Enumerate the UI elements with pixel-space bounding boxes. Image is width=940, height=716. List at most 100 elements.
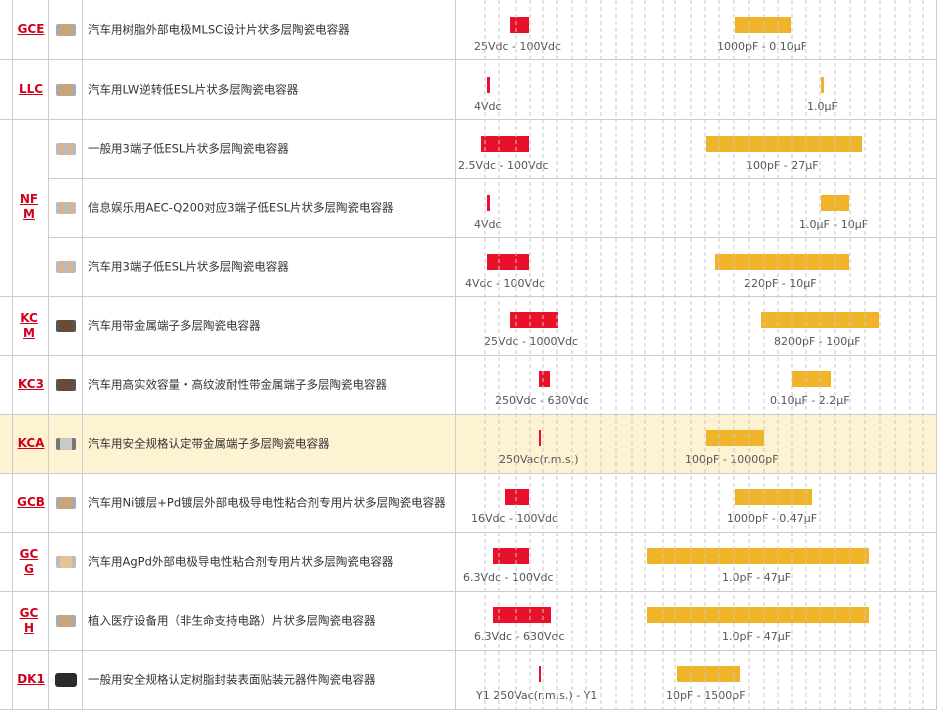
capacitance-range-label: 8200pF - 100μF	[774, 335, 861, 348]
voltage-range-bar	[539, 666, 541, 682]
product-name: 汽车用高实效容量・高纹波耐性带金属端子多层陶瓷电容器	[88, 377, 387, 392]
capacitance-range-bar	[715, 254, 849, 270]
product-table: GCE 汽车用树脂外部电极MLSC设计片状多层陶瓷电容器 25Vdc - 100…	[0, 0, 937, 716]
capacitance-range-label: 1.0pF - 47μF	[722, 571, 792, 584]
capacitance-range-bar	[647, 607, 869, 623]
voltage-range-label: 6.3Vdc - 100Vdc	[463, 571, 554, 584]
voltage-range-bar	[505, 489, 529, 505]
product-name: 植入医疗设备用（非生命支持电路）片状多层陶瓷电容器	[88, 613, 376, 628]
product-name: 一般用安全规格认定树脂封装表面贴装元器件陶瓷电容器	[88, 672, 376, 687]
capacitance-range-label: 10pF - 1500pF	[666, 689, 746, 702]
product-name: 汽车用AgPd外部电极导电性粘合剂专用片状多层陶瓷电容器	[88, 554, 394, 569]
product-name: 汽车用树脂外部电极MLSC设计片状多层陶瓷电容器	[88, 22, 350, 36]
voltage-range-bar	[539, 371, 550, 387]
chip-icon	[55, 497, 76, 509]
table-row: GCH 植入医疗设备用（非生命支持电路）片状多层陶瓷电容器 6.3Vdc - 6…	[0, 592, 937, 651]
series-link-dk1[interactable]: DK1	[13, 672, 49, 687]
range-chart: 250Vac(r.m.s.) 100pF - 10000pF	[455, 415, 937, 473]
capacitance-range-bar	[647, 548, 869, 564]
voltage-range-label: Y1 250Vac(r.m.s.) - Y1	[476, 689, 598, 702]
capacitance-range-bar	[821, 77, 824, 93]
voltage-range-label: 250Vac(r.m.s.)	[499, 453, 579, 466]
voltage-range-label: 4Vdc - 100Vdc	[465, 277, 546, 290]
capacitance-range-label: 1.0μF	[807, 100, 838, 113]
voltage-range-label: 16Vdc - 100Vdc	[471, 512, 559, 525]
capacitance-range-label: 220pF - 10μF	[744, 277, 817, 290]
capacitance-range-bar	[706, 430, 764, 446]
table-row-highlighted: KCA 汽车用安全规格认定带金属端子多层陶瓷电容器 250Vac(r.m.s.)…	[0, 415, 937, 474]
capacitance-range-bar	[792, 371, 831, 387]
capacitance-range-bar	[821, 195, 849, 211]
table-row: KCM 汽车用带金属端子多层陶瓷电容器 25Vdc - 1000Vdc 8200…	[0, 297, 937, 356]
product-name: 汽车用Ni镀层+Pd镀层外部电极导电性粘合剂专用片状多层陶瓷电容器	[88, 495, 446, 510]
voltage-range-bar	[481, 136, 529, 152]
capacitance-range-label: 100pF - 10000pF	[685, 453, 779, 466]
table-row: DK1 一般用安全规格认定树脂封装表面贴装元器件陶瓷电容器 Y1 250Vac(…	[0, 651, 937, 710]
chip-icon	[54, 673, 77, 687]
voltage-range-label: 4Vdc	[474, 100, 502, 113]
voltage-range-bar	[487, 77, 490, 93]
chip-icon	[55, 202, 76, 214]
series-link-llc[interactable]: LLC	[13, 82, 49, 97]
chip-icon	[55, 438, 76, 450]
voltage-range-bar	[510, 17, 529, 33]
voltage-range-label: 6.3Vdc - 630Vdc	[474, 630, 565, 643]
voltage-range-bar	[493, 548, 529, 564]
table-row: KC3 汽车用高实效容量・高纹波耐性带金属端子多层陶瓷电容器 250Vdc - …	[0, 356, 937, 415]
range-chart: 4Vdc 1.0μF	[455, 60, 937, 119]
chip-icon	[55, 143, 76, 155]
series-link-nfm[interactable]: NFM	[13, 192, 49, 222]
range-chart: 25Vdc - 1000Vdc 8200pF - 100μF	[455, 297, 937, 355]
capacitance-range-label: 1000pF - 0.47μF	[727, 512, 818, 525]
product-name: 汽车用LW逆转低ESL片状多层陶瓷电容器	[88, 82, 299, 96]
product-name: 汽车用带金属端子多层陶瓷电容器	[88, 318, 261, 333]
capacitance-range-bar	[735, 17, 791, 33]
chip-icon	[55, 83, 76, 96]
voltage-range-label: 2.5Vdc - 100Vdc	[458, 159, 549, 172]
series-link-gcb[interactable]: GCB	[13, 495, 49, 510]
voltage-range-bar	[487, 195, 490, 211]
capacitance-range-label: 1000pF - 0.10μF	[717, 40, 808, 53]
product-name: 汽车用安全规格认定带金属端子多层陶瓷电容器	[88, 436, 330, 451]
range-chart: Y1 250Vac(r.m.s.) - Y1 10pF - 1500pF	[455, 651, 937, 709]
chip-icon	[55, 320, 76, 332]
range-chart: 6.3Vdc - 100Vdc 1.0pF - 47μF	[455, 533, 937, 591]
capacitance-range-bar	[735, 489, 812, 505]
chip-icon	[55, 261, 76, 273]
voltage-range-label: 4Vdc	[474, 218, 502, 231]
table-row: GCE 汽车用树脂外部电极MLSC设计片状多层陶瓷电容器 25Vdc - 100…	[0, 0, 937, 60]
voltage-range-bar	[487, 254, 529, 270]
table-row: LLC 汽车用LW逆转低ESL片状多层陶瓷电容器 4Vdc 1.0μF	[0, 60, 937, 120]
table-row: GCB 汽车用Ni镀层+Pd镀层外部电极导电性粘合剂专用片状多层陶瓷电容器 16…	[0, 474, 937, 533]
voltage-range-bar	[539, 430, 541, 446]
voltage-range-label: 25Vdc - 100Vdc	[474, 40, 562, 53]
product-name: 信息娱乐用AEC-Q200对应3端子低ESL片状多层陶瓷电容器	[88, 200, 394, 215]
series-link-gce[interactable]: GCE	[13, 22, 49, 37]
range-chart: 6.3Vdc - 630Vdc 1.0pF - 47μF	[455, 592, 937, 650]
product-name: 汽车用3端子低ESL片状多层陶瓷电容器	[88, 259, 289, 274]
range-chart: 2.5Vdc - 100Vdc 100pF - 27μF 4Vdc 1.0μF …	[455, 120, 937, 296]
series-link-gch[interactable]: GCH	[13, 606, 49, 636]
chip-icon	[55, 615, 76, 627]
series-link-kc3[interactable]: KC3	[13, 377, 49, 392]
capacitance-range-label: 100pF - 27μF	[746, 159, 819, 172]
capacitance-range-label: 0.10μF - 2.2μF	[770, 394, 850, 407]
voltage-range-label: 250Vdc - 630Vdc	[495, 394, 590, 407]
range-chart: 25Vdc - 100Vdc 1000pF - 0.10μF	[455, 0, 937, 59]
series-link-kcm[interactable]: KCM	[13, 311, 49, 341]
capacitance-range-bar	[677, 666, 740, 682]
range-chart: 16Vdc - 100Vdc 1000pF - 0.47μF	[455, 474, 937, 532]
capacitance-range-bar	[761, 312, 879, 328]
range-chart: 250Vdc - 630Vdc 0.10μF - 2.2μF	[455, 356, 937, 414]
table-row-group-nfm: NFM 一般用3端子低ESL片状多层陶瓷电容器 信息娱乐用AEC-Q200对应3…	[0, 120, 937, 297]
chip-icon	[55, 379, 76, 391]
capacitance-range-label: 1.0μF - 10μF	[799, 218, 869, 231]
series-link-kca[interactable]: KCA	[13, 436, 49, 451]
voltage-range-bar	[510, 312, 558, 328]
product-name: 一般用3端子低ESL片状多层陶瓷电容器	[88, 141, 289, 156]
capacitance-range-label: 1.0pF - 47μF	[722, 630, 792, 643]
capacitance-range-bar	[706, 136, 862, 152]
voltage-range-bar	[493, 607, 551, 623]
chip-icon	[55, 23, 76, 36]
series-link-gcg[interactable]: GCG	[13, 547, 49, 577]
